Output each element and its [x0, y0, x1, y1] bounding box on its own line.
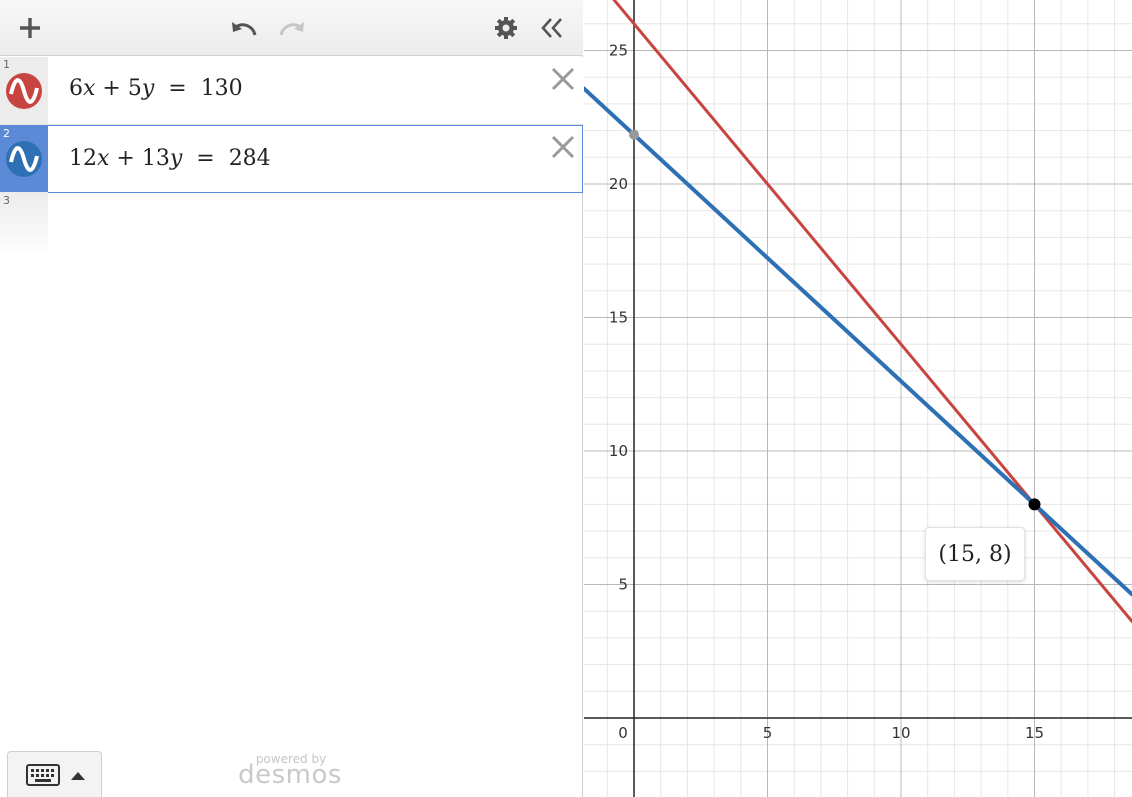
expression-number: 3: [3, 194, 10, 207]
expression-gutter: 1: [0, 57, 48, 124]
caret-up-icon: [71, 772, 85, 780]
expression-math[interactable]: 6x + 5y = 130: [69, 76, 243, 101]
major-gridlines: [584, 0, 1132, 797]
delete-expression-icon[interactable]: [551, 135, 575, 159]
expression-math[interactable]: 12x + 13y = 284: [69, 146, 271, 171]
keyboard-toggle-button[interactable]: [7, 751, 102, 797]
expression-row[interactable]: 2 12x + 13y = 284: [0, 125, 583, 193]
y-tick-label: 25: [609, 42, 628, 60]
x-tick-label: 15: [1025, 724, 1044, 742]
delete-expression-icon[interactable]: [551, 67, 575, 91]
y-intercept-point: [629, 129, 639, 140]
intersection-point: [1028, 498, 1041, 511]
x-tick-label: 10: [891, 724, 910, 742]
desmos-logo[interactable]: desmos: [238, 760, 342, 790]
y-tick-label: 20: [609, 175, 628, 193]
empty-expression-gutter[interactable]: 3: [0, 192, 48, 258]
y-tick-label: 5: [618, 576, 628, 594]
expression-panel: 1 6x + 5y = 130 2 12x + 13y = 284 3 powe…: [0, 0, 583, 797]
x-tick-label: 0: [618, 724, 628, 742]
graph-color-toggle-icon[interactable]: [5, 140, 43, 178]
graph-canvas[interactable]: 0 5 10 15 5 10 15 20 25: [584, 0, 1132, 797]
curve-red-line: [612, 0, 1132, 623]
minor-gridlines: [584, 0, 1132, 797]
tick-labels: 0 5 10 15 5 10 15 20 25: [609, 42, 1044, 743]
undo-icon: [232, 22, 257, 36]
keyboard-icon: [26, 764, 60, 786]
axes: [584, 0, 1132, 797]
plus-icon: [20, 18, 40, 38]
redo-button[interactable]: [272, 8, 312, 48]
collapse-panel-button[interactable]: [532, 8, 572, 48]
x-tick-label: 5: [763, 724, 773, 742]
expression-number: 1: [3, 58, 10, 71]
graph-curves: [584, 0, 1132, 623]
undo-button[interactable]: [224, 8, 264, 48]
expression-toolbar: [0, 0, 583, 56]
graph-color-toggle-icon[interactable]: [5, 72, 43, 110]
curve-blue-line: [584, 86, 1132, 597]
redo-icon: [279, 22, 304, 36]
y-tick-label: 15: [609, 309, 628, 327]
intersection-coordinate-label[interactable]: (15, 8): [925, 527, 1025, 581]
expression-row[interactable]: 1 6x + 5y = 130: [0, 57, 583, 125]
settings-button[interactable]: [486, 8, 526, 48]
graph-paper[interactable]: 0 5 10 15 5 10 15 20 25: [584, 0, 1132, 797]
gear-icon: [495, 17, 517, 39]
expression-number: 2: [3, 127, 10, 140]
add-item-button[interactable]: [10, 8, 50, 48]
y-tick-label: 10: [609, 442, 628, 460]
expression-gutter: 2: [0, 126, 48, 192]
double-chevron-left-icon: [541, 18, 562, 38]
